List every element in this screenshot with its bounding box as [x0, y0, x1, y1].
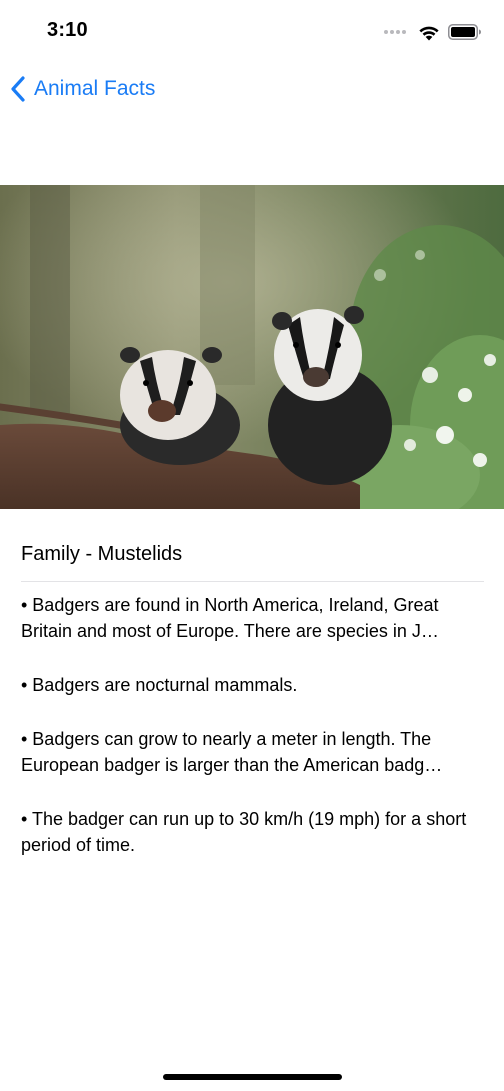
status-icons	[384, 22, 482, 42]
facts-content: Family - Mustelids • Badgers are found i…	[21, 509, 484, 886]
back-button-label: Animal Facts	[34, 77, 156, 100]
family-title: Family - Mustelids	[21, 543, 183, 565]
divider	[21, 581, 484, 582]
chevron-left-icon	[11, 76, 25, 102]
fact-item: • Badgers are nocturnal mammals.	[21, 675, 298, 695]
status-bar: 3:10	[0, 0, 504, 60]
home-indicator[interactable]	[163, 1074, 342, 1080]
fact-item: • The badger can run up to 30 km/h (19 m…	[21, 809, 467, 855]
wifi-icon	[419, 26, 439, 40]
badger-photo	[0, 185, 504, 509]
status-time: 3:10	[47, 19, 88, 41]
fact-item: • Badgers can grow to nearly a meter in …	[21, 729, 443, 775]
fact-list: • Badgers are found in North America, Ir…	[21, 592, 484, 858]
cellular-signal-icon	[384, 30, 406, 34]
badger-photo-illustration	[0, 185, 504, 509]
navigation-bar: Animal Facts	[0, 64, 504, 116]
battery-icon	[448, 24, 481, 40]
fact-item: • Badgers are found in North America, Ir…	[21, 595, 439, 641]
back-button[interactable]: Animal Facts	[10, 76, 155, 102]
